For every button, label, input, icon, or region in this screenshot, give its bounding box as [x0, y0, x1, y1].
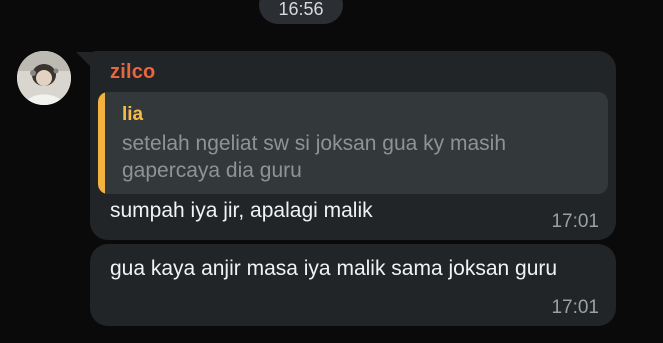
date-separator-text: 16:56 [278, 0, 324, 19]
date-separator-pill: 16:56 [259, 0, 343, 24]
reply-accent-bar [98, 92, 105, 194]
message-time: 17:01 [551, 211, 599, 232]
chat-view: 16:56 zilco lia setelah ngeliat sw si jo… [0, 0, 663, 343]
profile-photo-icon [17, 51, 71, 105]
message-text: sumpah iya jir, apalagi malik [110, 199, 373, 222]
message-bubble[interactable]: gua kaya anjir masa iya malik sama joksa… [90, 244, 616, 326]
message-text: gua kaya anjir masa iya malik sama joksa… [110, 257, 558, 280]
reply-sender-name: lia [122, 104, 144, 125]
reply-quote[interactable]: lia setelah ngeliat sw si joksan gua ky … [98, 92, 608, 194]
sender-name[interactable]: zilco [110, 61, 155, 84]
message-bubble[interactable]: zilco lia setelah ngeliat sw si joksan g… [90, 51, 616, 240]
avatar[interactable] [17, 51, 71, 105]
message-time: 17:01 [551, 297, 599, 318]
reply-quoted-text: setelah ngeliat sw si joksan gua ky masi… [122, 132, 507, 182]
